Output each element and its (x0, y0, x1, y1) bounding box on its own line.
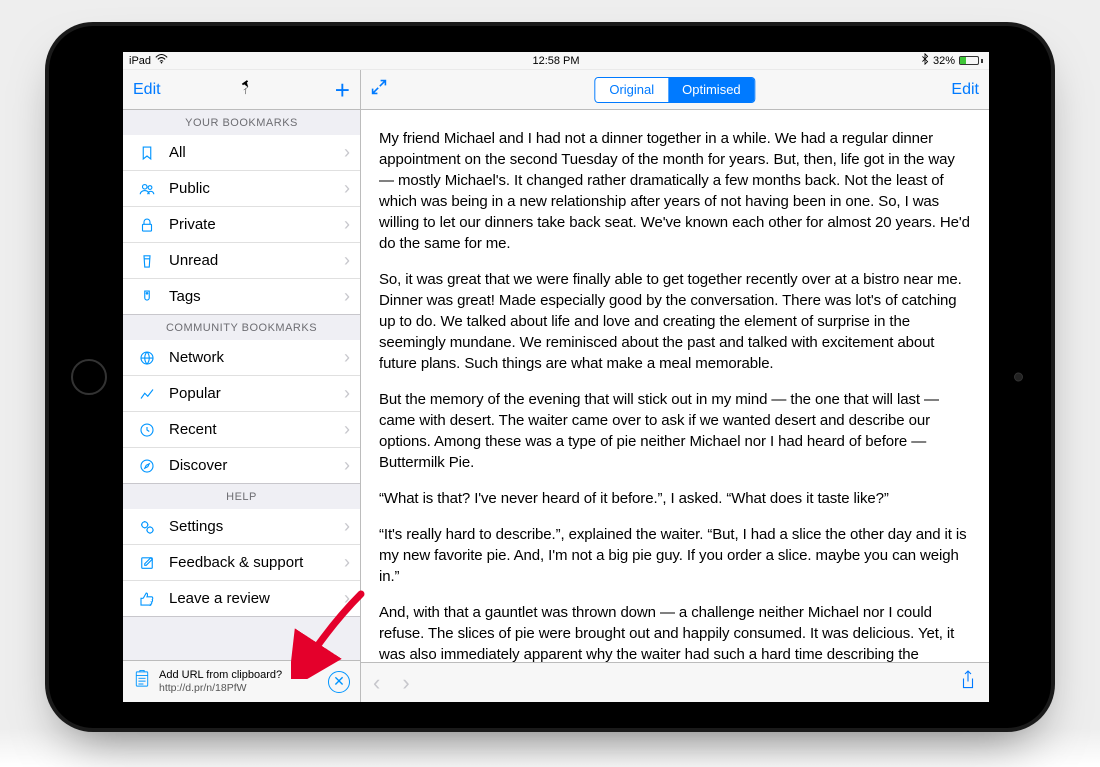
gear-icon (135, 518, 159, 536)
sidebar-item-review[interactable]: Leave a review › (123, 581, 360, 617)
chevron-right-icon: › (344, 142, 350, 163)
sidebar-item-popular[interactable]: Popular › (123, 376, 360, 412)
section-your-bookmarks: YOUR BOOKMARKS (123, 110, 360, 135)
sidebar-item-label: Discover (169, 457, 227, 474)
sidebar-item-label: Public (169, 180, 210, 197)
paragraph: So, it was great that we were finally ab… (379, 269, 971, 374)
clock-icon (135, 421, 159, 439)
seg-optimised[interactable]: Optimised (668, 78, 755, 102)
sidebar-item-private[interactable]: Private › (123, 207, 360, 243)
expand-icon[interactable] (371, 79, 387, 100)
sidebar-item-public[interactable]: Public › (123, 171, 360, 207)
compass-icon (135, 457, 159, 475)
sidebar-item-label: Tags (169, 288, 201, 305)
paragraph: My friend Michael and I had not a dinner… (379, 128, 971, 254)
section-help: HELP (123, 484, 360, 509)
sidebar-item-label: Popular (169, 385, 221, 402)
cup-icon (135, 252, 159, 270)
sidebar-item-label: Feedback & support (169, 554, 303, 571)
chevron-right-icon: › (344, 552, 350, 573)
edit-button[interactable]: Edit (133, 81, 161, 99)
ipad-bezel: iPad 12:58 PM 32% (45, 22, 1055, 732)
section-community: COMMUNITY BOOKMARKS (123, 315, 360, 340)
sidebar-item-feedback[interactable]: Feedback & support › (123, 545, 360, 581)
users-icon (135, 180, 159, 198)
article-body[interactable]: My friend Michael and I had not a dinner… (361, 110, 989, 662)
device-label: iPad (129, 55, 151, 67)
chevron-right-icon: › (344, 588, 350, 609)
sidebar-item-label: Recent (169, 421, 217, 438)
view-mode-segment[interactable]: Original Optimised (594, 77, 755, 103)
wifi-icon (155, 54, 168, 67)
dismiss-button[interactable]: ✕ (328, 671, 350, 693)
chevron-right-icon: › (344, 178, 350, 199)
home-button[interactable] (71, 359, 107, 395)
chevron-right-icon: › (344, 455, 350, 476)
clipboard-url: http://d.pr/n/18PfW (159, 682, 282, 694)
chevron-right-icon: › (344, 250, 350, 271)
sidebar-item-discover[interactable]: Discover › (123, 448, 360, 484)
sidebar-item-label: Network (169, 349, 224, 366)
bookmark-icon (135, 144, 159, 162)
sidebar-item-network[interactable]: Network › (123, 340, 360, 376)
status-bar: iPad 12:58 PM 32% (123, 52, 989, 70)
pin-icon (239, 78, 257, 101)
edit-button[interactable]: Edit (951, 81, 979, 99)
seg-original[interactable]: Original (595, 78, 668, 102)
paragraph: “What is that? I've never heard of it be… (379, 488, 971, 509)
paragraph: And, with that a gauntlet was thrown dow… (379, 602, 971, 662)
battery-percent: 32% (933, 55, 955, 67)
clipboard-bar[interactable]: Add URL from clipboard? http://d.pr/n/18… (123, 660, 360, 702)
sidebar-item-label: All (169, 144, 186, 161)
next-arrow-icon[interactable]: › (402, 670, 409, 696)
sidebar-item-label: Private (169, 216, 216, 233)
sidebar-item-all[interactable]: All › (123, 135, 360, 171)
thumbs-up-icon (135, 590, 159, 608)
chevron-right-icon: › (344, 419, 350, 440)
chevron-right-icon: › (344, 214, 350, 235)
paragraph: But the memory of the evening that will … (379, 389, 971, 473)
compose-icon (135, 554, 159, 572)
tag-icon (135, 288, 159, 306)
lock-icon (135, 216, 159, 234)
prev-arrow-icon[interactable]: ‹ (373, 670, 380, 696)
reader-pane: Original Optimised Edit My friend Michae… (361, 70, 989, 702)
clipboard-icon (133, 669, 151, 694)
battery-icon (959, 56, 983, 65)
sidebar-item-settings[interactable]: Settings › (123, 509, 360, 545)
sidebar-item-tags[interactable]: Tags › (123, 279, 360, 315)
add-button[interactable]: + (335, 77, 350, 103)
sidebar-header: Edit + (123, 70, 360, 110)
sidebar-item-label: Unread (169, 252, 218, 269)
paragraph: “It's really hard to describe.”, explain… (379, 524, 971, 587)
sidebar-item-recent[interactable]: Recent › (123, 412, 360, 448)
reader-header: Original Optimised Edit (361, 70, 989, 110)
screen: iPad 12:58 PM 32% (123, 52, 989, 702)
chevron-right-icon: › (344, 347, 350, 368)
bluetooth-icon (921, 53, 929, 68)
sidebar-item-label: Settings (169, 518, 223, 535)
reader-footer: ‹ › (361, 662, 989, 702)
device-frame: iPad 12:58 PM 32% (0, 0, 1100, 767)
chevron-right-icon: › (344, 383, 350, 404)
clock: 12:58 PM (532, 55, 579, 67)
front-camera (1014, 373, 1023, 382)
chevron-right-icon: › (344, 286, 350, 307)
sidebar: Edit + YOUR BOOKMARKS All › (123, 70, 361, 702)
chevron-right-icon: › (344, 516, 350, 537)
share-button[interactable] (959, 669, 977, 696)
clipboard-question: Add URL from clipboard? (159, 669, 282, 682)
sidebar-item-label: Leave a review (169, 590, 270, 607)
globe-icon (135, 349, 159, 367)
chart-icon (135, 385, 159, 403)
sidebar-item-unread[interactable]: Unread › (123, 243, 360, 279)
